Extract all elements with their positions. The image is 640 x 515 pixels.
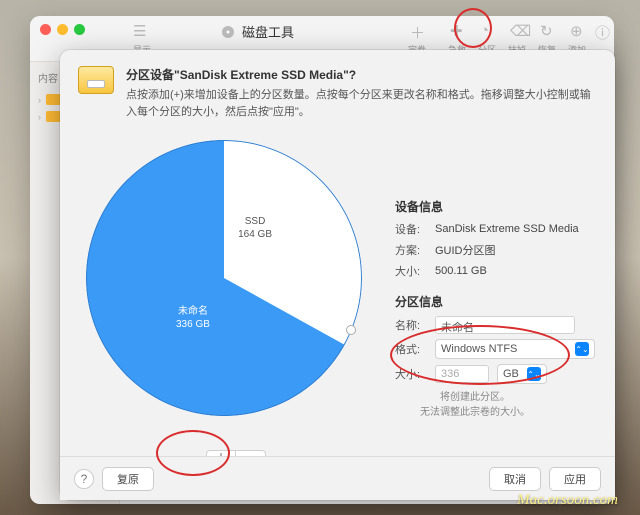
pie-slice-blue-label: 未命名 336 GB [176,305,210,331]
apply-button[interactable]: 应用 [549,467,601,491]
add-icon[interactable]: ⊕ [570,22,583,40]
pie-chart-wrap: 未命名 336 GB SSD 164 GB ＋ － [86,140,362,416]
pie-slice-white-label: SSD 164 GB [238,215,272,241]
size-input[interactable]: 336 [435,365,489,383]
help-button[interactable]: ? [74,469,94,489]
format-value: Windows NTFS [441,343,517,355]
app-title: 磁盘工具 [220,22,294,41]
format-select[interactable]: Windows NTFS ⌃⌄ [435,339,595,359]
partition-dialog: 分区设备"SanDisk Extreme SSD Media"? 点按添加(+)… [60,50,615,500]
add-volume-icon[interactable]: ＋ [410,22,425,43]
chevron-updown-icon: ⌃⌄ [575,342,589,356]
info-icon[interactable]: ⓘ [595,22,610,43]
resize-handle[interactable] [346,325,356,335]
partition-pie[interactable]: 未命名 336 GB SSD 164 GB [86,140,362,416]
app-title-text: 磁盘工具 [242,22,294,41]
device-row: 设备: SanDisk Extreme SSD Media [395,221,605,237]
chevron-updown-icon: ⌃⌄ [527,367,541,381]
ssd-drive-icon [78,66,114,94]
device-info-heading: 设备信息 [395,198,605,215]
partition-info-heading: 分区信息 [395,293,605,310]
sidebar-toggle-icon[interactable]: ☰ [133,22,146,40]
size-unit-value: GB [503,368,519,380]
format-row: 格式: Windows NTFS ⌃⌄ [395,339,605,359]
watermark: Mac.orsoon.com [517,492,618,509]
revert-button[interactable]: 复原 [102,467,154,491]
info-panel: 设备信息 设备: SanDisk Extreme SSD Media 方案: G… [395,196,605,420]
dialog-title: 分区设备"SanDisk Extreme SSD Media"? [126,66,597,84]
close-icon[interactable] [40,24,51,35]
window-controls[interactable] [40,24,85,35]
name-input[interactable]: 未命名 [435,316,575,334]
zoom-icon[interactable] [74,24,85,35]
size-unit-select[interactable]: GB ⌃⌄ [497,364,547,384]
first-aid-icon[interactable]: ✚ [450,22,463,40]
partition-icon[interactable]: ◔ [480,22,489,39]
minimize-icon[interactable] [57,24,68,35]
scheme-row: 方案: GUID分区图 [395,242,605,258]
dialog-subtitle: 点按添加(+)来增加设备上的分区数量。点按每个分区来更改名称和格式。拖移调整大小… [126,87,597,120]
cancel-button[interactable]: 取消 [489,467,541,491]
partition-note: 将创建此分区。 无法调整此宗卷的大小。 [395,390,555,420]
erase-icon[interactable]: ⌫ [510,22,531,40]
total-size-row: 大小: 500.11 GB [395,263,605,279]
size-row: 大小: 336 GB ⌃⌄ [395,364,605,384]
restore-icon[interactable]: ↻ [540,22,553,40]
disk-utility-icon [220,24,236,40]
name-row: 名称: 未命名 [395,316,605,334]
dialog-header: 分区设备"SanDisk Extreme SSD Media"? 点按添加(+)… [60,50,615,130]
